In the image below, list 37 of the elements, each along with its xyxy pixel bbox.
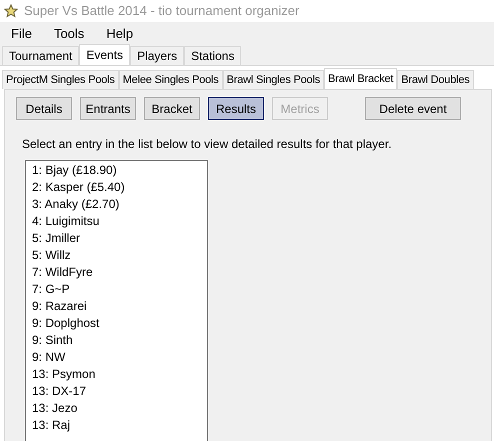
- menu-item[interactable]: File: [0, 24, 43, 44]
- list-item[interactable]: 7: G~P: [32, 281, 207, 298]
- tab[interactable]: Tournament: [2, 46, 80, 65]
- tab[interactable]: Brawl Doubles: [397, 70, 474, 89]
- tab[interactable]: Stations: [184, 46, 242, 65]
- list-item[interactable]: 9: Sinth: [32, 332, 207, 349]
- list-item[interactable]: 13: DX-17: [32, 383, 207, 400]
- tab[interactable]: Melee Singles Pools: [118, 70, 223, 89]
- toolbar-button[interactable]: Details: [16, 97, 72, 120]
- toolbar-button[interactable]: Entrants: [80, 97, 136, 120]
- list-item[interactable]: 9: Doplghost: [32, 315, 207, 332]
- instruction-text: Select an entry in the list below to view detailed results for that player.: [22, 136, 393, 153]
- list-item[interactable]: 9: NW: [32, 349, 207, 366]
- list-item[interactable]: 5: Jmiller: [32, 230, 207, 247]
- list-item[interactable]: 13: Psymon: [32, 366, 207, 383]
- tab[interactable]: Players: [130, 46, 184, 65]
- window-title: Super Vs Battle 2014 - tio tournament organizer: [24, 2, 300, 20]
- toolbar-button[interactable]: Results: [208, 97, 264, 120]
- list-item[interactable]: 5: Willz: [32, 247, 207, 264]
- list-item[interactable]: 13: Jezo: [32, 400, 207, 417]
- list-item[interactable]: 1: Bjay (£18.90): [32, 162, 207, 179]
- list-item[interactable]: 2: Kasper (£5.40): [32, 179, 207, 196]
- list-item[interactable]: 7: WildFyre: [32, 264, 207, 281]
- list-item[interactable]: 4: Luigimitsu: [32, 213, 207, 230]
- star-icon: [4, 4, 18, 18]
- list-item[interactable]: 9: Razarei: [32, 298, 207, 315]
- list-item[interactable]: 13: Raj: [32, 417, 207, 434]
- menu-item[interactable]: Help: [95, 24, 144, 44]
- delete-event-button[interactable]: Delete event: [365, 97, 461, 120]
- results-list[interactable]: 1: Bjay (£18.90) 2: Kasper (£5.40) 3: Anaky (£2.70) 4: Luigimitsu 5: Jmiller 5: Willz 7: WildFyre 7: G~P 9: Razarei 9: Doplghost 9: Sinth 9: NW 13: Psymon 13: DX-17 13: Jezo 13: Raj: [25, 160, 208, 441]
- toolbar-button[interactable]: Bracket: [144, 97, 200, 120]
- tab[interactable]: Events: [79, 44, 130, 65]
- list-item[interactable]: 3: Anaky (£2.70): [32, 196, 207, 213]
- tab[interactable]: Brawl Singles Pools: [222, 70, 324, 89]
- menu-item[interactable]: Tools: [42, 24, 96, 44]
- tab[interactable]: Brawl Bracket: [324, 68, 398, 89]
- tab[interactable]: ProjectM Singles Pools: [2, 70, 119, 89]
